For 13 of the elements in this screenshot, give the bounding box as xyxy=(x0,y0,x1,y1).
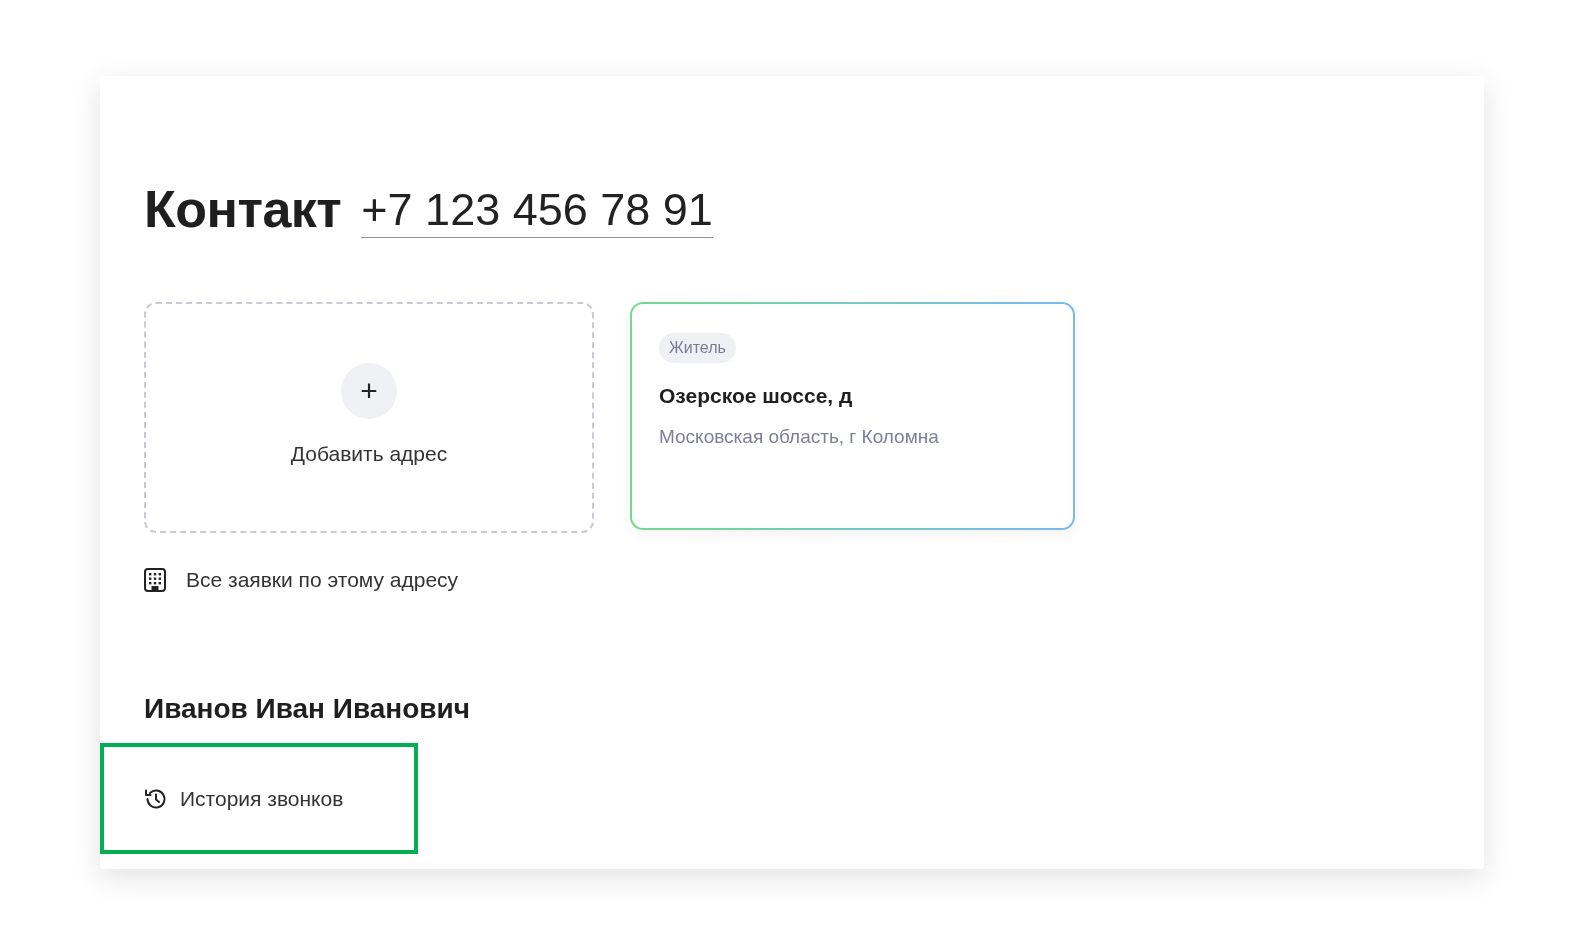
address-card[interactable]: Житель Озерское шоссе, д Московская область, г Коломна xyxy=(630,302,1075,530)
person-name: Иванов Иван Иванович xyxy=(144,692,471,726)
page-title: Контакт xyxy=(144,180,342,238)
role-badge: Житель xyxy=(659,333,736,363)
plus-icon: + xyxy=(341,363,397,419)
add-address-button[interactable]: + Добавить адрес xyxy=(144,302,594,533)
call-history-link[interactable]: История звонков xyxy=(144,785,344,812)
add-address-label: Добавить адрес xyxy=(290,441,448,467)
building-icon xyxy=(144,568,166,592)
address-requests-link[interactable]: Все заявки по этому адресу xyxy=(144,567,459,593)
locality: Московская область, г Коломна xyxy=(659,425,939,449)
phone-link[interactable]: +7 123 456 78 91 xyxy=(361,183,713,238)
street-address: Озерское шоссе, д xyxy=(659,383,853,409)
